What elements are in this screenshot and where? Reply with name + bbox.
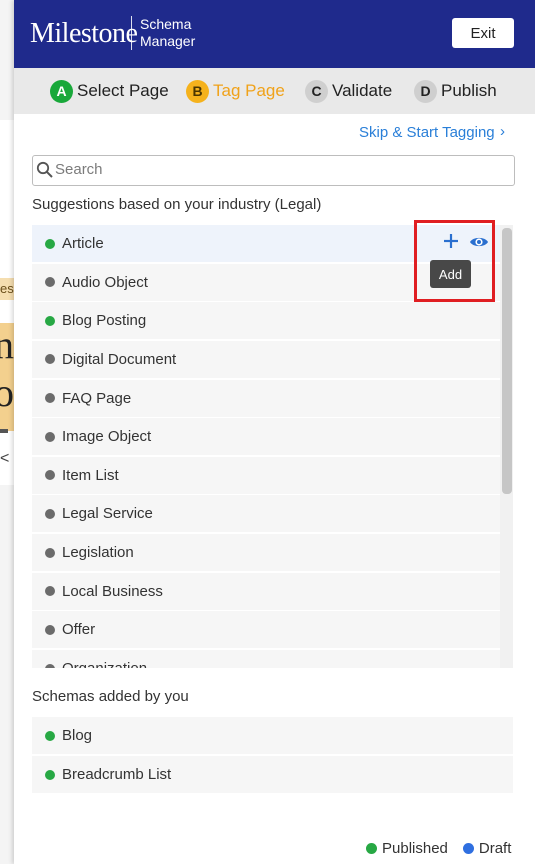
step-b-label: Tag Page [213,81,285,100]
published-dot-icon [366,843,377,854]
status-dot-icon [45,730,55,741]
step-select-page[interactable]: A Select Page [50,79,169,103]
search-input[interactable] [55,156,505,183]
list-item-label: Article [62,235,104,252]
step-publish[interactable]: D Publish [414,79,497,103]
milestone-logo: Milestone [30,18,138,49]
status-dot-icon [45,238,55,249]
step-b-badge: B [186,79,209,103]
list-item[interactable]: Offer [32,611,500,649]
legend-draft-label: Draft [478,840,512,857]
step-navigation: A Select Page B Tag Page C Validate D Pu… [14,68,535,114]
chevron-right-icon[interactable]: › [500,123,505,140]
background-page: es n oc < [0,0,14,864]
list-item[interactable]: Blog Posting [32,302,500,340]
list-item[interactable]: FAQ Page [32,379,500,417]
step-d-label: Publish [441,81,497,100]
list-item-label: Offer [62,621,96,639]
search-icon [36,161,53,178]
background-prev-arrow[interactable]: < [0,450,9,468]
list-item-label: Organization [62,660,147,668]
background-divider [0,429,8,433]
list-item[interactable]: Breadcrumb List [32,756,513,793]
step-c-label: Validate [332,81,393,100]
status-dot-icon [45,547,55,558]
list-item[interactable]: Organization [32,650,500,668]
list-item-label: Breadcrumb List [62,766,172,783]
status-dot-icon [45,354,55,365]
app-subtitle: Schema Manager [140,16,195,50]
app-subtitle-line2: Manager [140,33,196,49]
draft-dot-icon [462,843,474,854]
highlight-annotation-box [414,220,495,302]
step-d-badge: D [414,79,437,103]
app-subtitle-line1: Schema [140,16,192,32]
status-dot-icon [45,624,55,635]
list-item-label: FAQ Page [62,389,132,407]
schema-manager-panel: Milestone Schema Manager Exit A Select P… [14,0,535,864]
list-item-label: Audio Object [62,273,148,291]
suggestions-scroll-thumb[interactable] [502,228,512,494]
background-heading-2: oc [0,370,14,415]
list-item-label: Blog Posting [62,312,147,330]
status-dot-icon [45,277,55,288]
list-item[interactable]: Digital Document [32,340,500,378]
list-item[interactable]: Local Business [32,572,500,610]
list-item-label: Item List [62,466,119,484]
step-validate[interactable]: C Validate [305,79,392,103]
status-dot-icon [45,586,55,597]
legend-published-label: Published [382,840,448,857]
step-a-label: Select Page [77,81,169,100]
exit-button[interactable]: Exit [452,18,514,48]
status-dot-icon [45,508,55,519]
list-item-label: Image Object [62,428,152,446]
status-dot-icon [45,393,55,404]
logo-divider [131,16,132,50]
status-dot-icon [45,663,55,668]
background-tag: es [0,278,14,300]
list-item-label: Legislation [62,544,134,562]
list-item[interactable]: Blog [32,717,513,754]
step-tag-page[interactable]: B Tag Page [186,79,285,103]
list-item-label: Blog [62,727,93,744]
step-a-badge: A [50,79,73,103]
list-item[interactable]: Legal Service [32,495,500,533]
list-item[interactable]: Legislation [32,534,500,572]
panel-header: Milestone Schema Manager Exit [14,0,535,68]
list-item-label: Legal Service [62,505,153,523]
status-dot-icon [45,431,55,442]
list-item[interactable]: Item List [32,456,500,494]
status-legend: Published Draft [366,840,511,857]
step-c-badge: C [305,79,328,103]
suggestions-heading: Suggestions based on your industry (Lega… [32,196,322,213]
search-box [32,155,515,186]
background-heading-1: n [0,323,14,367]
background-banner: n oc [0,323,14,431]
skip-start-tagging-link[interactable]: Skip & Start Tagging [359,124,495,141]
list-item[interactable]: Image Object [32,418,500,456]
added-schemas-heading: Schemas added by you [32,688,189,705]
added-schemas-list: Blog Breadcrumb List [32,717,513,795]
list-item-label: Digital Document [62,350,177,368]
status-dot-icon [45,470,55,481]
status-dot-icon [45,769,55,780]
status-dot-icon [45,315,55,326]
list-item-label: Local Business [62,582,163,600]
